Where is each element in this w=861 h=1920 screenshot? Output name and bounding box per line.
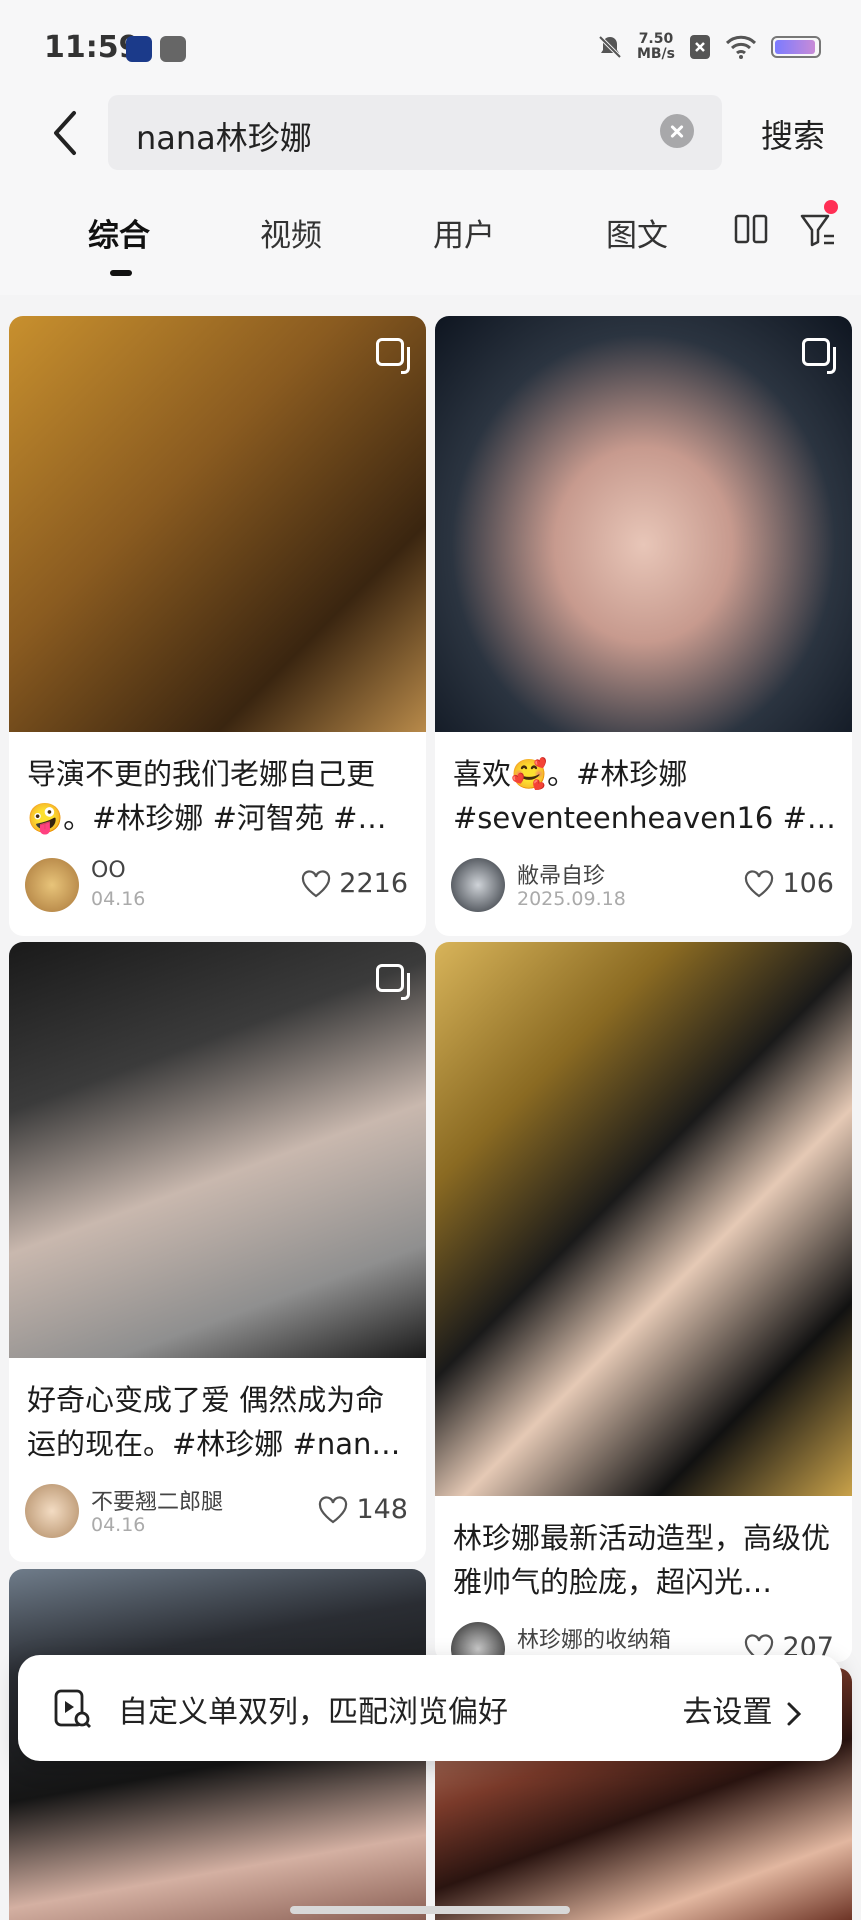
tab-comprehensive[interactable]: 综合: [88, 210, 150, 255]
tab-video[interactable]: 视频: [260, 210, 322, 255]
sim-card-icon: [160, 36, 186, 62]
card-meta: 敝帚自珍 2025.09.18 106: [451, 858, 834, 914]
card-meta: OO 04.16 2216: [25, 858, 408, 914]
card-title: 好奇心变成了爱 偶然成为命运的现在。#林珍娜 #nan…: [27, 1383, 401, 1461]
chevron-right-icon: [787, 1702, 802, 1725]
clear-icon[interactable]: [660, 114, 694, 148]
card-title: 林珍娜最新活动造型，高级优雅帅气的脸庞，超闪光…: [453, 1521, 831, 1599]
like-count: 106: [782, 868, 834, 899]
avatar[interactable]: [25, 1484, 79, 1538]
layout-preference-banner[interactable]: 自定义单双列，匹配浏览偏好 去设置: [18, 1655, 842, 1761]
net-speed-unit: MB/s: [636, 46, 675, 62]
battery-icon: [771, 36, 821, 58]
active-tab-indicator: [110, 270, 132, 276]
search-header: nana林珍娜 搜索: [0, 95, 861, 170]
card-meta: 不要翘二郎腿 04.16 148: [25, 1484, 408, 1540]
result-card[interactable]: 喜欢🥰。#林珍娜 #seventeenheaven16 #… 敝帚自珍 2025…: [435, 316, 852, 936]
post-date: 04.16: [91, 1514, 146, 1536]
like-button[interactable]: 2216: [301, 868, 408, 899]
result-card[interactable]: 林珍娜最新活动造型，高级优雅帅气的脸庞，超闪光… 林珍娜的收纳箱 207: [435, 942, 852, 1662]
multi-image-icon: [376, 338, 410, 374]
post-date: 2025.09.18: [517, 888, 626, 910]
like-count: 2216: [339, 868, 408, 899]
like-button[interactable]: 148: [318, 1494, 408, 1525]
card-title: 喜欢🥰。#林珍娜 #seventeenheaven16 #…: [453, 757, 836, 835]
author-name[interactable]: OO: [91, 858, 126, 883]
gesture-bar[interactable]: [290, 1906, 570, 1914]
filter-icon[interactable]: [798, 210, 838, 250]
post-date: 04.16: [91, 888, 146, 910]
tab-image-text[interactable]: 图文: [606, 210, 668, 255]
filter-badge-dot: [824, 200, 838, 214]
back-button[interactable]: [40, 103, 90, 163]
author-name[interactable]: 敝帚自珍: [517, 858, 605, 890]
author-name[interactable]: 林珍娜的收纳箱: [517, 1622, 671, 1654]
card-image: [9, 316, 426, 732]
search-query: nana林珍娜: [136, 119, 312, 157]
result-card[interactable]: 导演不更的我们老娜自己更🤪。#林珍娜 #河智苑 #… OO 04.16 2216: [9, 316, 426, 936]
avatar[interactable]: [25, 858, 79, 912]
like-button[interactable]: 106: [744, 868, 834, 899]
net-speed: 7.50 MB/s: [637, 32, 675, 62]
app-notification-icon: [126, 36, 152, 62]
wifi-icon: [725, 35, 757, 59]
heart-icon: [745, 869, 774, 897]
result-tabs: 综合 视频 用户 图文: [0, 170, 861, 295]
multi-image-icon: [376, 964, 410, 1000]
net-speed-value: 7.50: [638, 31, 674, 47]
tab-users[interactable]: 用户: [433, 210, 495, 255]
browse-preference-icon: [54, 1689, 91, 1728]
sim-off-icon: [690, 35, 710, 59]
heart-icon: [319, 1495, 348, 1523]
go-settings-label: 去设置: [682, 1695, 773, 1730]
like-count: 148: [356, 1494, 408, 1525]
card-image: [435, 942, 852, 1496]
banner-text: 自定义单双列，匹配浏览偏好: [118, 1695, 508, 1730]
status-bar: 11:59 7.50 MB/s: [0, 0, 861, 95]
search-input[interactable]: nana林珍娜: [108, 95, 722, 170]
heart-icon: [302, 869, 331, 897]
dual-column-icon[interactable]: [734, 214, 768, 244]
avatar[interactable]: [451, 858, 505, 912]
mute-bell-icon: [598, 35, 622, 59]
card-title: 导演不更的我们老娜自己更🤪。#林珍娜 #河智苑 #…: [27, 757, 387, 835]
chevron-left-icon: [54, 111, 76, 155]
multi-image-icon: [802, 338, 836, 374]
card-image: [9, 942, 426, 1358]
search-button[interactable]: 搜索: [761, 111, 825, 157]
card-image: [435, 316, 852, 732]
go-settings-button[interactable]: 去设置: [682, 1687, 802, 1731]
result-card[interactable]: 好奇心变成了爱 偶然成为命运的现在。#林珍娜 #nan… 不要翘二郎腿 04.1…: [9, 942, 426, 1562]
author-name[interactable]: 不要翘二郎腿: [91, 1484, 223, 1516]
